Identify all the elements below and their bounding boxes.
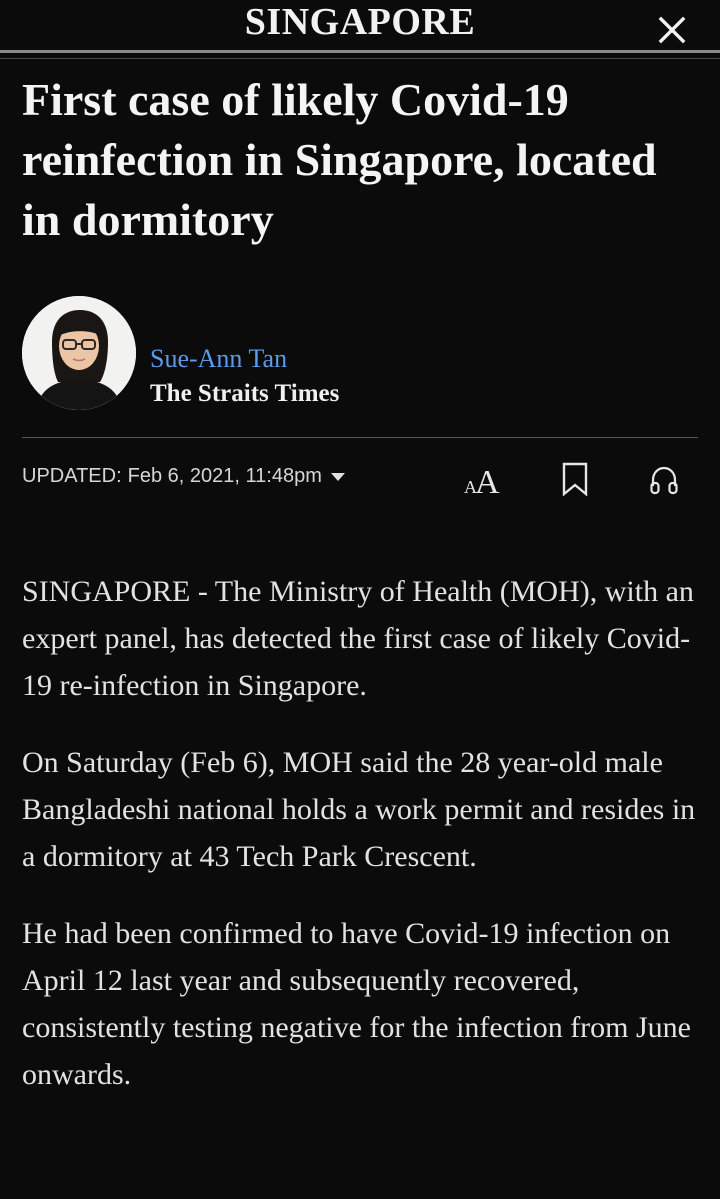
- header-divider-thin: [0, 58, 720, 59]
- article-meta-row: UPDATED: Feb 6, 2021, 11:48pm A A: [22, 458, 698, 498]
- section-label: SINGAPORE: [244, 1, 476, 43]
- close-button[interactable]: [652, 8, 692, 48]
- article-paragraph: He had been confirmed to have Covid-19 i…: [22, 917, 691, 1091]
- article-headline: First case of likely Covid-19 reinfectio…: [22, 74, 657, 245]
- updated-timestamp-toggle[interactable]: UPDATED: Feb 6, 2021, 11:48pm: [22, 462, 346, 490]
- bookmark-button[interactable]: [560, 462, 590, 496]
- svg-text:A: A: [475, 464, 500, 498]
- updated-value: Feb 6, 2021, 11:48pm: [127, 465, 322, 487]
- publication-name: The Straits Times: [150, 380, 340, 407]
- headphones-icon: [650, 466, 678, 495]
- byline-divider: [22, 437, 698, 438]
- article-paragraph: SINGAPORE - The Ministry of Health (MOH)…: [22, 575, 694, 702]
- author-avatar[interactable]: [22, 296, 136, 410]
- listen-button[interactable]: [648, 464, 680, 496]
- article-paragraph: On Saturday (Feb 6), MOH said the 28 yea…: [22, 746, 696, 873]
- avatar-photo: [22, 296, 136, 410]
- header-divider: [0, 50, 720, 53]
- close-icon: [658, 16, 686, 44]
- author-name-link[interactable]: Sue-Ann Tan: [150, 342, 287, 376]
- bookmark-icon: [562, 462, 588, 496]
- updated-label: UPDATED:: [22, 465, 122, 487]
- article-body: SINGAPORE - The Ministry of Health (MOH)…: [22, 568, 712, 1128]
- top-bar: SINGAPORE: [0, 0, 720, 56]
- text-size-icon: A A: [464, 464, 500, 498]
- text-size-button[interactable]: A A: [462, 458, 508, 498]
- chevron-down-icon: [330, 472, 346, 482]
